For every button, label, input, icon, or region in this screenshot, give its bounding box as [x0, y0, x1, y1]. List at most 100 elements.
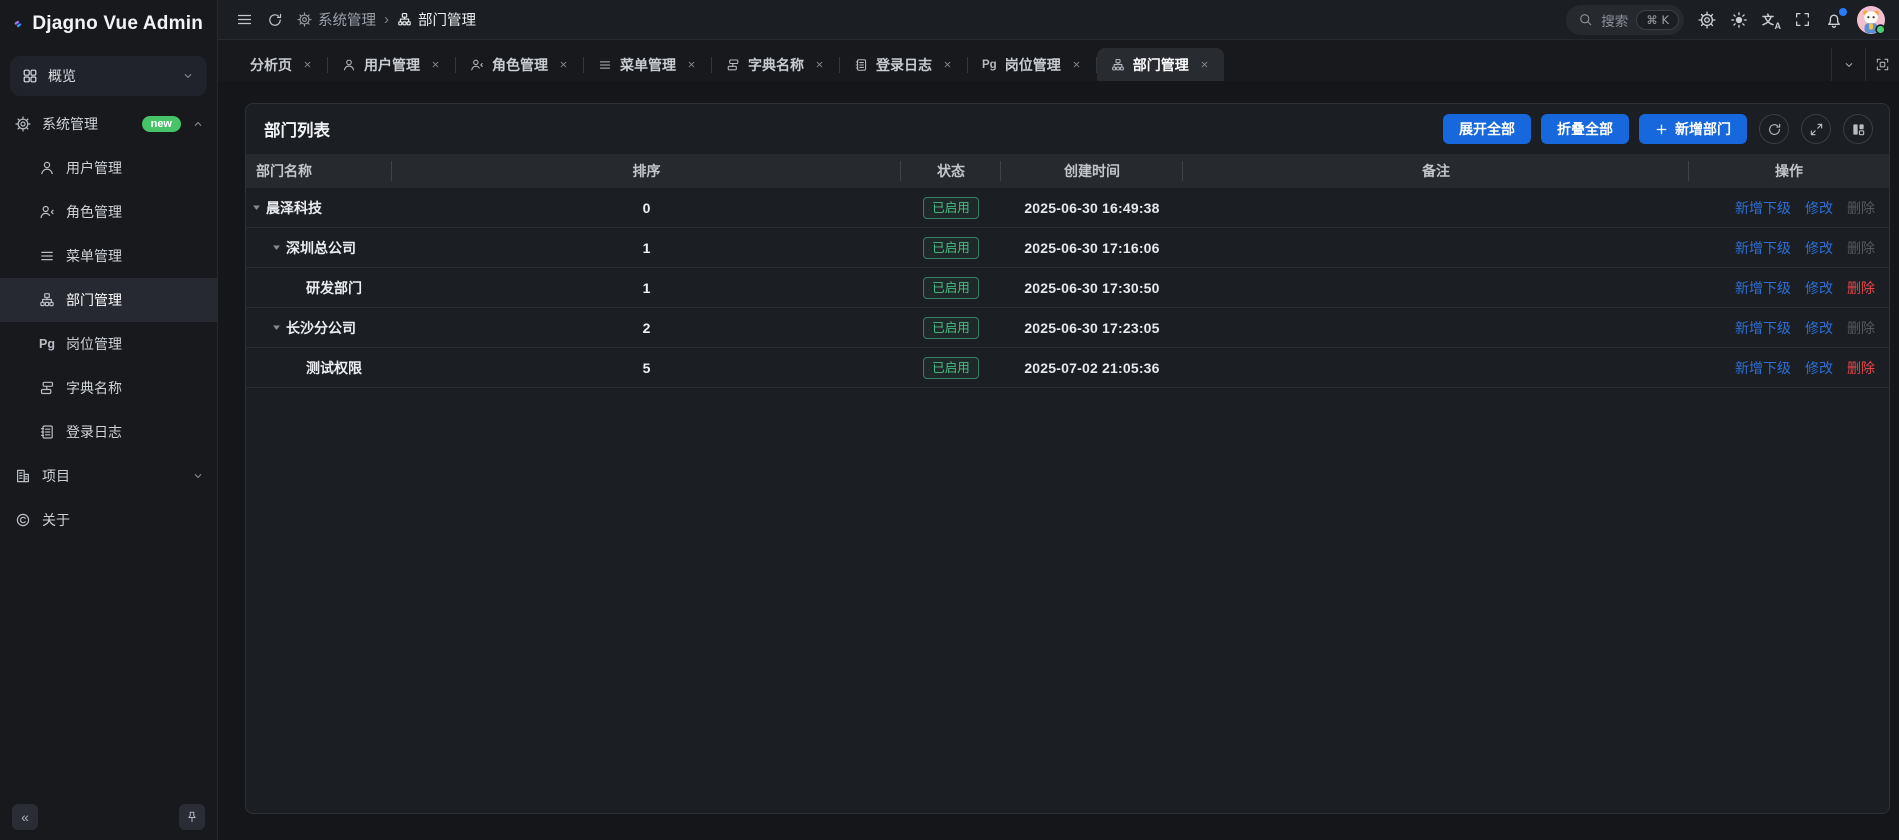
tab-list-dropdown-button[interactable]	[1831, 48, 1865, 81]
close-icon[interactable]	[942, 59, 953, 70]
tab-departments[interactable]: 部门管理	[1097, 48, 1224, 81]
sidebar-item-label: 项目	[42, 466, 70, 486]
close-icon[interactable]	[1199, 59, 1210, 70]
created-time: 2025-07-02 21:05:36	[1024, 360, 1159, 376]
language-button[interactable]: 文A	[1762, 11, 1780, 29]
column-settings-button[interactable]	[1843, 114, 1873, 144]
created-time: 2025-06-30 17:30:50	[1024, 280, 1159, 296]
table-header-row: 部门名称 排序 状态 创建时间 备注 操作	[246, 154, 1889, 188]
building-icon	[14, 468, 32, 484]
topbar: 系统管理 › 部门管理 搜索 ⌘ K 文A	[218, 0, 1899, 40]
close-icon[interactable]	[302, 59, 313, 70]
add-department-label: 新增部门	[1675, 119, 1731, 139]
close-icon[interactable]	[558, 59, 569, 70]
tab-users[interactable]: 用户管理	[328, 48, 455, 81]
content-maximize-button[interactable]	[1865, 48, 1899, 81]
sidebar-item-departments[interactable]: 部门管理	[0, 278, 217, 322]
close-icon[interactable]	[814, 59, 825, 70]
card-toolbar: 展开全部 折叠全部 新增部门	[1433, 114, 1873, 144]
tab-positions[interactable]: Pg 岗位管理	[968, 48, 1096, 81]
breadcrumb: 系统管理 › 部门管理	[297, 9, 476, 30]
breadcrumb-item-department[interactable]: 部门管理	[397, 9, 476, 30]
tab-dictionary[interactable]: 字典名称	[712, 48, 839, 81]
delete-link: 删除	[1847, 198, 1875, 218]
sidebar-item-roles[interactable]: 角色管理	[0, 190, 217, 234]
department-name: 研发部门	[306, 278, 362, 298]
tab-label: 登录日志	[876, 55, 932, 75]
close-icon[interactable]	[430, 59, 441, 70]
dict-icon	[38, 380, 56, 396]
notifications-button[interactable]	[1825, 11, 1843, 29]
sidebar-item-menus[interactable]: 菜单管理	[0, 234, 217, 278]
sidebar-item-dictionary[interactable]: 字典名称	[0, 366, 217, 410]
sort-value: 1	[643, 240, 651, 256]
add-department-button[interactable]: 新增部门	[1639, 114, 1747, 144]
tab-label: 菜单管理	[620, 55, 676, 75]
tabbar-controls	[1831, 48, 1899, 81]
delete-link[interactable]: 删除	[1847, 278, 1875, 298]
add-child-link[interactable]: 新增下级	[1735, 318, 1791, 338]
breadcrumb-item-system[interactable]: 系统管理	[297, 9, 376, 30]
status-badge: 已启用	[923, 197, 979, 219]
created-time: 2025-06-30 16:49:38	[1024, 200, 1159, 216]
add-child-link[interactable]: 新增下级	[1735, 238, 1791, 258]
new-badge: new	[142, 116, 181, 132]
edit-link[interactable]: 修改	[1805, 358, 1833, 378]
created-time: 2025-06-30 17:16:06	[1024, 240, 1159, 256]
edit-link[interactable]: 修改	[1805, 238, 1833, 258]
tab-label: 角色管理	[492, 55, 548, 75]
edit-link[interactable]: 修改	[1805, 318, 1833, 338]
table-fullscreen-button[interactable]	[1801, 114, 1831, 144]
expand-arrows-icon	[1809, 122, 1824, 137]
sidebar-item-overview[interactable]: 概览	[10, 56, 207, 96]
pin-icon	[185, 810, 199, 824]
tab-menus[interactable]: 菜单管理	[584, 48, 711, 81]
sidebar-item-positions[interactable]: Pg 岗位管理	[0, 322, 217, 366]
sidebar-item-label: 菜单管理	[66, 246, 122, 266]
menu-toggle-button[interactable]	[236, 11, 253, 28]
global-search[interactable]: 搜索 ⌘ K	[1566, 5, 1684, 35]
fullscreen-button[interactable]	[1794, 11, 1811, 28]
open-tabs: 分析页 用户管理 角色管理 菜单管理	[236, 48, 1831, 81]
sun-icon	[1730, 11, 1748, 29]
sidebar-pin-button[interactable]	[179, 804, 205, 830]
refresh-page-button[interactable]	[267, 12, 283, 28]
user-avatar[interactable]	[1857, 6, 1885, 34]
sidebar-footer: «	[0, 804, 217, 830]
add-child-link[interactable]: 新增下级	[1735, 278, 1791, 298]
add-child-link[interactable]: 新增下级	[1735, 198, 1791, 218]
close-icon[interactable]	[686, 59, 697, 70]
sidebar-item-login-logs[interactable]: 登录日志	[0, 410, 217, 454]
sidebar-item-system[interactable]: 系统管理 new	[0, 102, 217, 146]
tree-collapse-caret[interactable]	[250, 201, 266, 214]
tab-login-logs[interactable]: 登录日志	[840, 48, 967, 81]
tree-collapse-caret[interactable]	[270, 321, 286, 334]
theme-toggle-button[interactable]	[1730, 11, 1748, 29]
status-badge: 已启用	[923, 357, 979, 379]
settings-button[interactable]	[1698, 11, 1716, 29]
expand-all-button[interactable]: 展开全部	[1443, 114, 1531, 144]
table-refresh-button[interactable]	[1759, 114, 1789, 144]
sort-value: 0	[643, 200, 651, 216]
hamburger-icon	[236, 11, 253, 28]
delete-link[interactable]: 删除	[1847, 358, 1875, 378]
tab-roles[interactable]: 角色管理	[456, 48, 583, 81]
search-shortcut-kbd: ⌘ K	[1636, 10, 1679, 30]
edit-link[interactable]: 修改	[1805, 278, 1833, 298]
sidebar-item-about[interactable]: 关于	[0, 498, 217, 542]
close-icon[interactable]	[1071, 59, 1082, 70]
tab-analysis[interactable]: 分析页	[236, 48, 327, 81]
sidebar-collapse-button[interactable]: «	[12, 804, 38, 830]
app-logo-icon	[14, 9, 22, 39]
collapse-all-button[interactable]: 折叠全部	[1541, 114, 1629, 144]
status-badge: 已启用	[923, 237, 979, 259]
sidebar-item-users[interactable]: 用户管理	[0, 146, 217, 190]
department-table: 部门名称 排序 状态 创建时间 备注 操作 晨泽科技 0 已启用 2025-06…	[246, 154, 1889, 813]
add-child-link[interactable]: 新增下级	[1735, 358, 1791, 378]
edit-link[interactable]: 修改	[1805, 198, 1833, 218]
chevron-down-icon	[191, 469, 205, 483]
tree-collapse-caret[interactable]	[270, 241, 286, 254]
table-row: 研发部门 1 已启用 2025-06-30 17:30:50 新增下级 修改 删…	[246, 268, 1889, 308]
log-icon	[38, 424, 56, 440]
sidebar-item-project[interactable]: 项目	[0, 454, 217, 498]
